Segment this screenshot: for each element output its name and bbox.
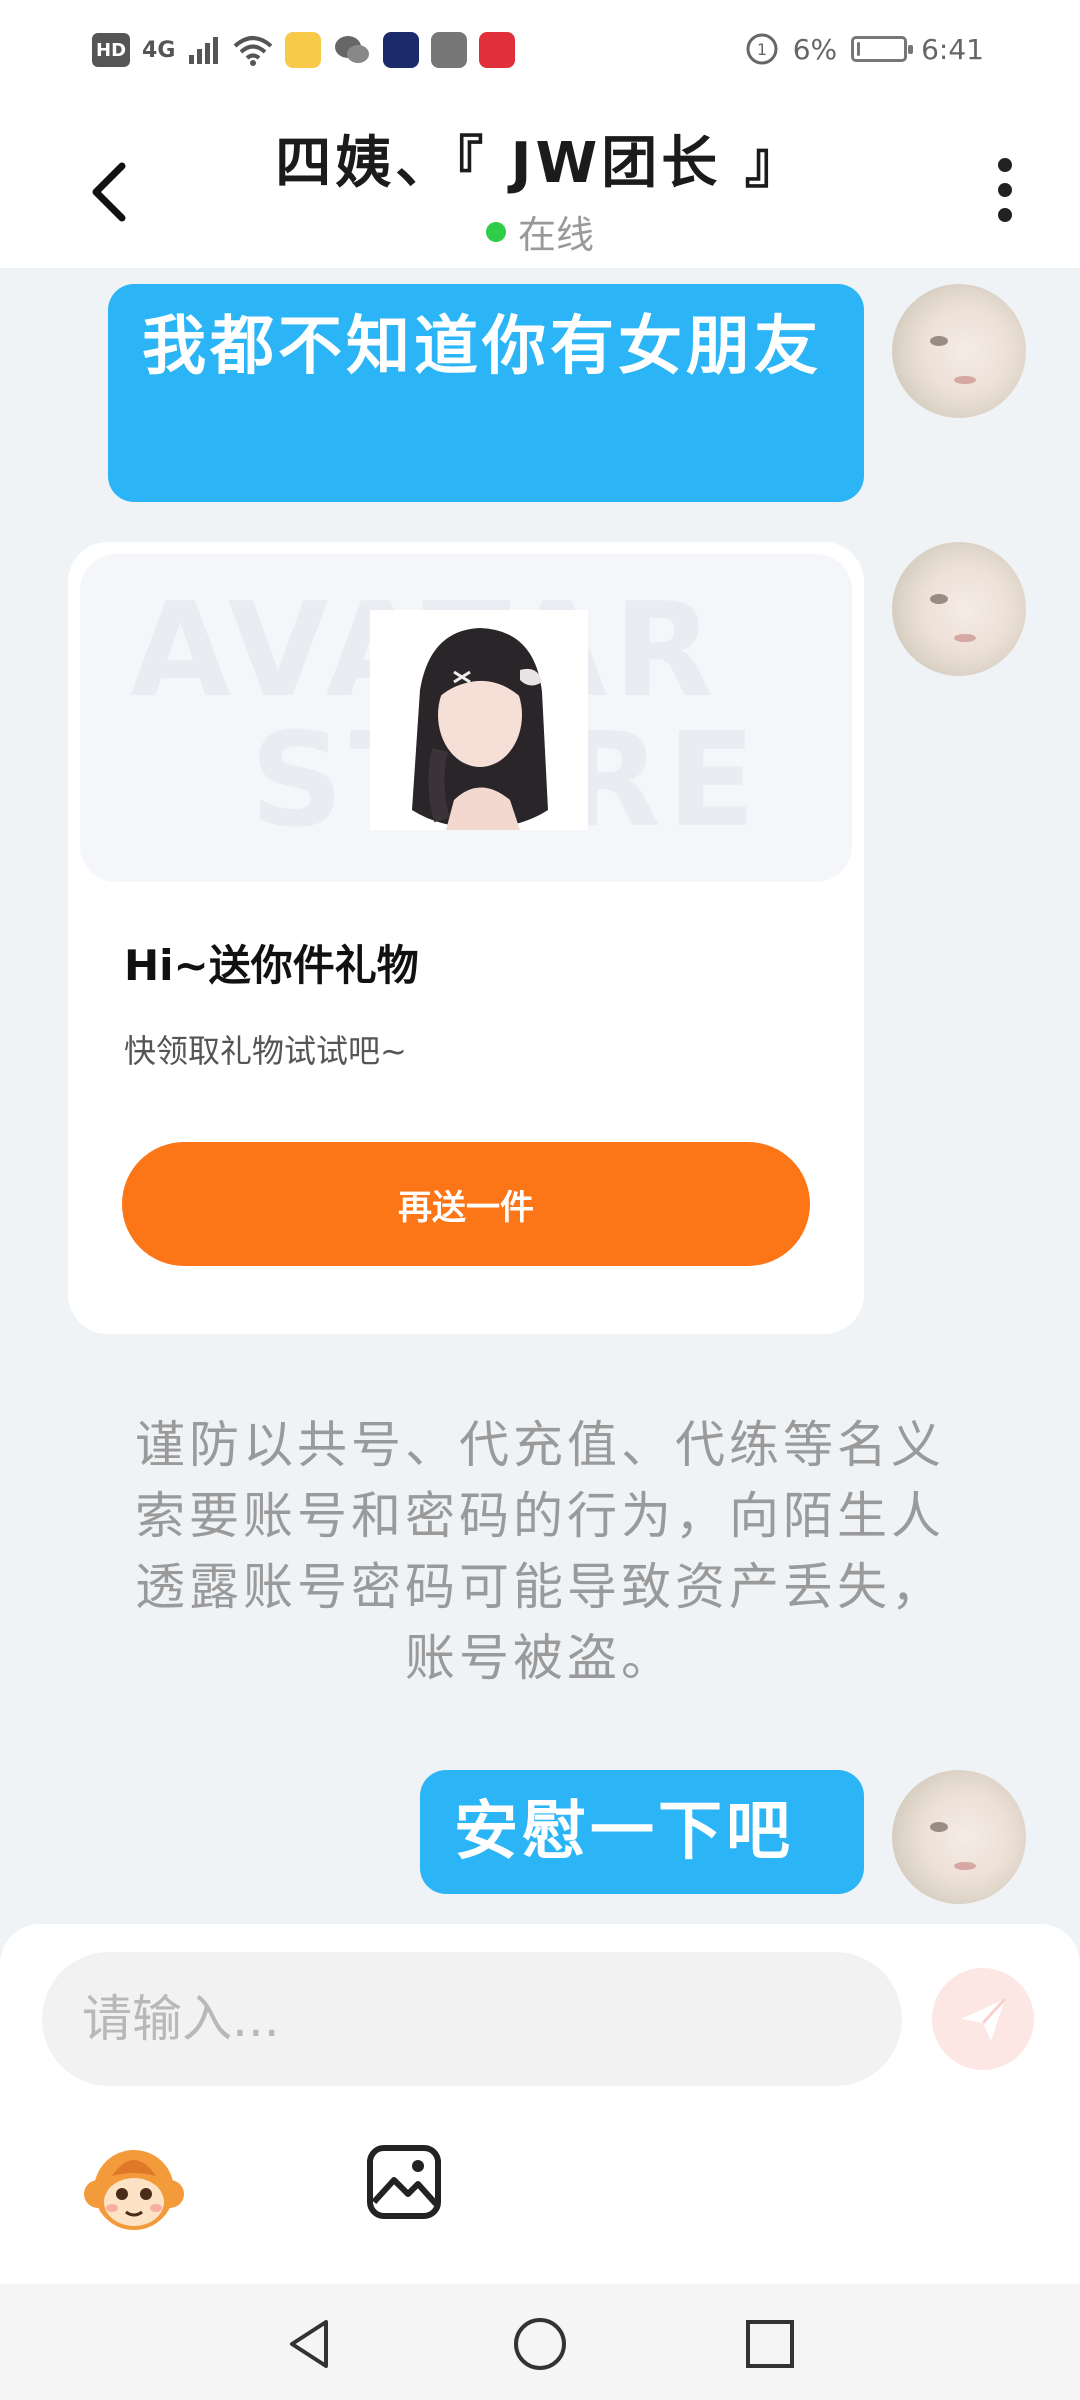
avatar[interactable]	[892, 284, 1026, 418]
send-button[interactable]	[932, 1968, 1034, 2070]
battery-level	[857, 42, 861, 56]
gift-title: Hi~送你件礼物	[124, 941, 419, 990]
app-notification-icon-4	[479, 32, 516, 68]
input-area	[0, 1924, 1080, 2284]
online-dot-icon	[485, 221, 506, 242]
status-bar: HD 4G 1 6% 6:41	[0, 0, 1080, 100]
message-bubble[interactable]: 我都不知道你有女朋友	[108, 284, 864, 502]
chat-title: 四姨、『 JW团长 』	[275, 131, 805, 196]
app-notification-icon-2	[383, 32, 420, 68]
status-icons-left: HD 4G	[92, 32, 516, 68]
gift-description: 快领取礼物试试吧~	[124, 1032, 407, 1070]
gift-card[interactable]: AVATAR STORE Hi~送你件礼物 快领取礼物试试吧~ 再送一件	[68, 542, 864, 1334]
more-vertical-icon	[998, 158, 1012, 172]
avatar[interactable]	[892, 1770, 1026, 1904]
nav-recents-button[interactable]	[740, 2314, 800, 2374]
hd-badge: HD	[92, 33, 131, 67]
app-notification-icon	[285, 32, 322, 68]
data-saver-icon: 1	[746, 33, 778, 65]
avatar[interactable]	[892, 542, 1026, 676]
gift-avatar-image[interactable]	[370, 610, 588, 830]
paper-plane-icon	[961, 1997, 1007, 2041]
wechat-icon	[335, 36, 370, 63]
chat-header: 四姨、『 JW团长 』 在线	[0, 100, 1080, 268]
circle-home-icon	[514, 2318, 566, 2370]
send-another-gift-button[interactable]: 再送一件	[122, 1142, 810, 1266]
network-label: 4G	[142, 37, 176, 63]
square-recents-icon	[746, 2320, 794, 2368]
battery-percent: 6%	[792, 32, 838, 66]
status-icons-right: 1 6% 6:41	[745, 32, 984, 66]
app-notification-icon-3	[431, 32, 468, 68]
nav-home-button[interactable]	[510, 2314, 570, 2374]
monkey-emoji-icon	[84, 2150, 184, 2230]
triangle-back-icon	[290, 2320, 328, 2368]
nav-back-button[interactable]	[280, 2314, 340, 2374]
system-nav-bar	[0, 2284, 1080, 2400]
online-status: 在线	[0, 204, 1080, 259]
message-bubble[interactable]: 安慰一下吧	[420, 1770, 864, 1894]
security-warning: 谨防以共号、代充值、代练等名义索要账号和密码的行为，向陌生人透露账号密码可能导致…	[135, 1416, 945, 1687]
image-icon	[367, 2145, 441, 2219]
wifi-icon	[234, 36, 273, 66]
clock: 6:41	[921, 32, 984, 66]
online-status-label: 在线	[517, 213, 594, 257]
battery-icon	[851, 36, 914, 62]
more-options-button[interactable]	[990, 150, 1020, 230]
image-button[interactable]	[364, 2142, 444, 2222]
message-input[interactable]	[42, 1952, 902, 2086]
svg-text:1: 1	[757, 40, 767, 59]
gift-banner: AVATAR STORE	[80, 554, 852, 882]
emoji-button[interactable]	[82, 2136, 186, 2240]
gift-avatar-illustration	[370, 610, 588, 830]
signal-icon	[189, 37, 219, 64]
